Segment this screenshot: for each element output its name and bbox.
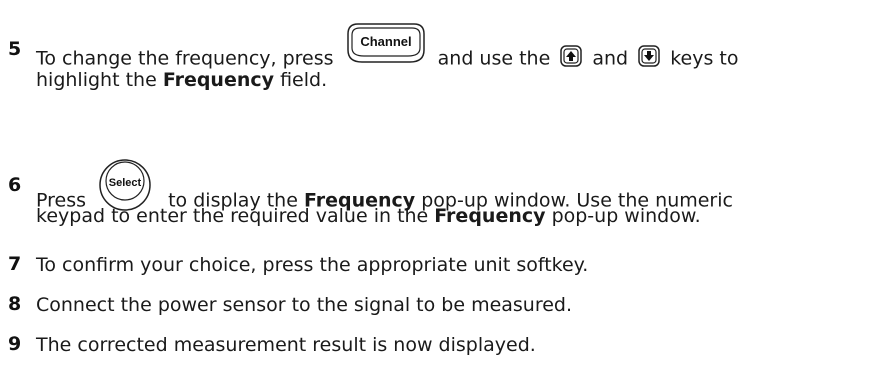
step-9-text: The corrected measurement result is now … xyxy=(36,334,536,356)
channel-key-label: Channel xyxy=(360,34,411,49)
step-number: 6 xyxy=(8,174,22,196)
down-arrow-key-icon xyxy=(638,45,660,67)
select-key-label: Select xyxy=(109,177,142,189)
step-6-line-2: keypad to enter the required value in th… xyxy=(36,204,701,228)
step-text: keypad to enter the required value in th… xyxy=(36,205,429,227)
frequency-window-name: Frequency xyxy=(434,205,546,227)
step-5-line-2: highlight the Frequency field. xyxy=(36,68,327,92)
step-text: and use the xyxy=(437,47,551,70)
step-number: 5 xyxy=(8,38,22,60)
up-arrow-key-icon xyxy=(560,45,583,67)
frequency-field-name: Frequency xyxy=(162,69,275,91)
step-text: and xyxy=(592,47,629,70)
step-text: keys to xyxy=(670,47,739,70)
step-number: 9 xyxy=(8,333,22,355)
step-text: pop-up window. xyxy=(551,205,701,227)
step-number: 8 xyxy=(8,293,22,315)
step-7-text: To confirm your choice, press the approp… xyxy=(36,254,589,276)
step-text: highlight the xyxy=(36,69,157,91)
step-text: To change the frequency, press xyxy=(36,47,334,70)
step-number: 7 xyxy=(8,253,22,275)
step-8-text: Connect the power sensor to the signal t… xyxy=(36,294,573,316)
channel-key-icon: Channel xyxy=(346,22,426,64)
step-text: field. xyxy=(280,69,328,91)
